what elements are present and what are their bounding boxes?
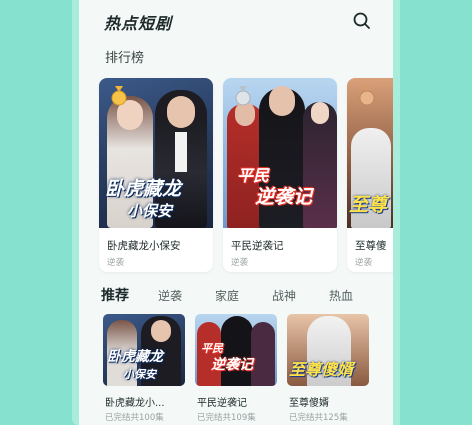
search-button[interactable] [351, 10, 373, 32]
tab-recommend[interactable]: 推荐 [101, 285, 129, 305]
poster-title: 卧虎藏龙 [105, 178, 182, 200]
drama-poster: 平民 逆袭记 [195, 314, 277, 386]
poster-title: 至尊傻婿 [289, 360, 354, 379]
page-title: 热点短剧 [104, 14, 173, 33]
ranking-card-1[interactable]: 卧虎藏龙 小保安 卧虎藏龙小保安 逆袭 [99, 78, 213, 272]
ranking-section-title: 排行榜 [105, 51, 145, 66]
tab-counterattack[interactable]: 逆袭 [158, 287, 182, 304]
drama-tag: 逆袭 [355, 258, 373, 268]
poster-subtitle: 小保安 [123, 368, 156, 381]
drama-name: 平民逆袭记 [231, 240, 284, 252]
drama-name: 至尊傻 [355, 240, 387, 252]
poster-subtitle: 逆袭记 [211, 357, 253, 373]
ranking-card-3[interactable]: 至尊 至尊傻 逆袭 [347, 78, 393, 272]
app-screen: 热点短剧 排行榜 卧虎藏龙 小保安 卧虎藏龙小保安 逆袭 平民 逆袭记 平民逆袭… [79, 0, 393, 425]
category-tabs: 推荐 逆袭 家庭 战神 热血 [101, 287, 381, 309]
recommend-card-3[interactable]: 至尊傻婿 至尊傻婿 已完结共125集 [287, 314, 369, 425]
tab-hot-blood[interactable]: 热血 [329, 287, 353, 304]
recommend-card-1[interactable]: 卧虎藏龙 小保安 卧虎藏龙小... 已完结共100集 [103, 314, 185, 425]
bronze-medal-icon [359, 86, 375, 106]
drama-poster: 卧虎藏龙 小保安 [103, 314, 185, 386]
poster-title: 卧虎藏龙 [107, 349, 163, 365]
ranking-card-2[interactable]: 平民 逆袭记 平民逆袭记 逆袭 [223, 78, 337, 272]
drama-name: 卧虎藏龙小保安 [107, 240, 181, 252]
drama-tag: 逆袭 [107, 258, 125, 268]
phone-frame-right [392, 0, 400, 425]
search-icon [353, 12, 370, 29]
app-header: 热点短剧 [79, 0, 393, 40]
recommend-list: 卧虎藏龙 小保安 卧虎藏龙小... 已完结共100集 平民 逆袭记 平民逆袭记 … [103, 314, 393, 425]
episode-info: 已完结共100集 [105, 413, 164, 423]
poster-title: 至尊 [349, 194, 388, 216]
recommend-card-2[interactable]: 平民 逆袭记 平民逆袭记 已完结共109集 [195, 314, 277, 425]
drama-name: 至尊傻婿 [289, 398, 329, 409]
silver-medal-icon [235, 86, 251, 106]
gold-medal-icon [111, 86, 127, 106]
episode-info: 已完结共125集 [289, 413, 348, 423]
drama-poster: 至尊傻婿 [287, 314, 369, 386]
ranking-list: 卧虎藏龙 小保安 卧虎藏龙小保安 逆袭 平民 逆袭记 平民逆袭记 逆袭 至尊 至… [99, 78, 393, 274]
tab-war-god[interactable]: 战神 [272, 287, 296, 304]
drama-name: 平民逆袭记 [197, 398, 247, 409]
drama-name: 卧虎藏龙小... [105, 398, 165, 409]
tab-family[interactable]: 家庭 [215, 287, 239, 304]
poster-subtitle: 小保安 [127, 202, 173, 220]
drama-tag: 逆袭 [231, 258, 249, 268]
poster-subtitle: 逆袭记 [255, 186, 313, 208]
episode-info: 已完结共109集 [197, 413, 256, 423]
